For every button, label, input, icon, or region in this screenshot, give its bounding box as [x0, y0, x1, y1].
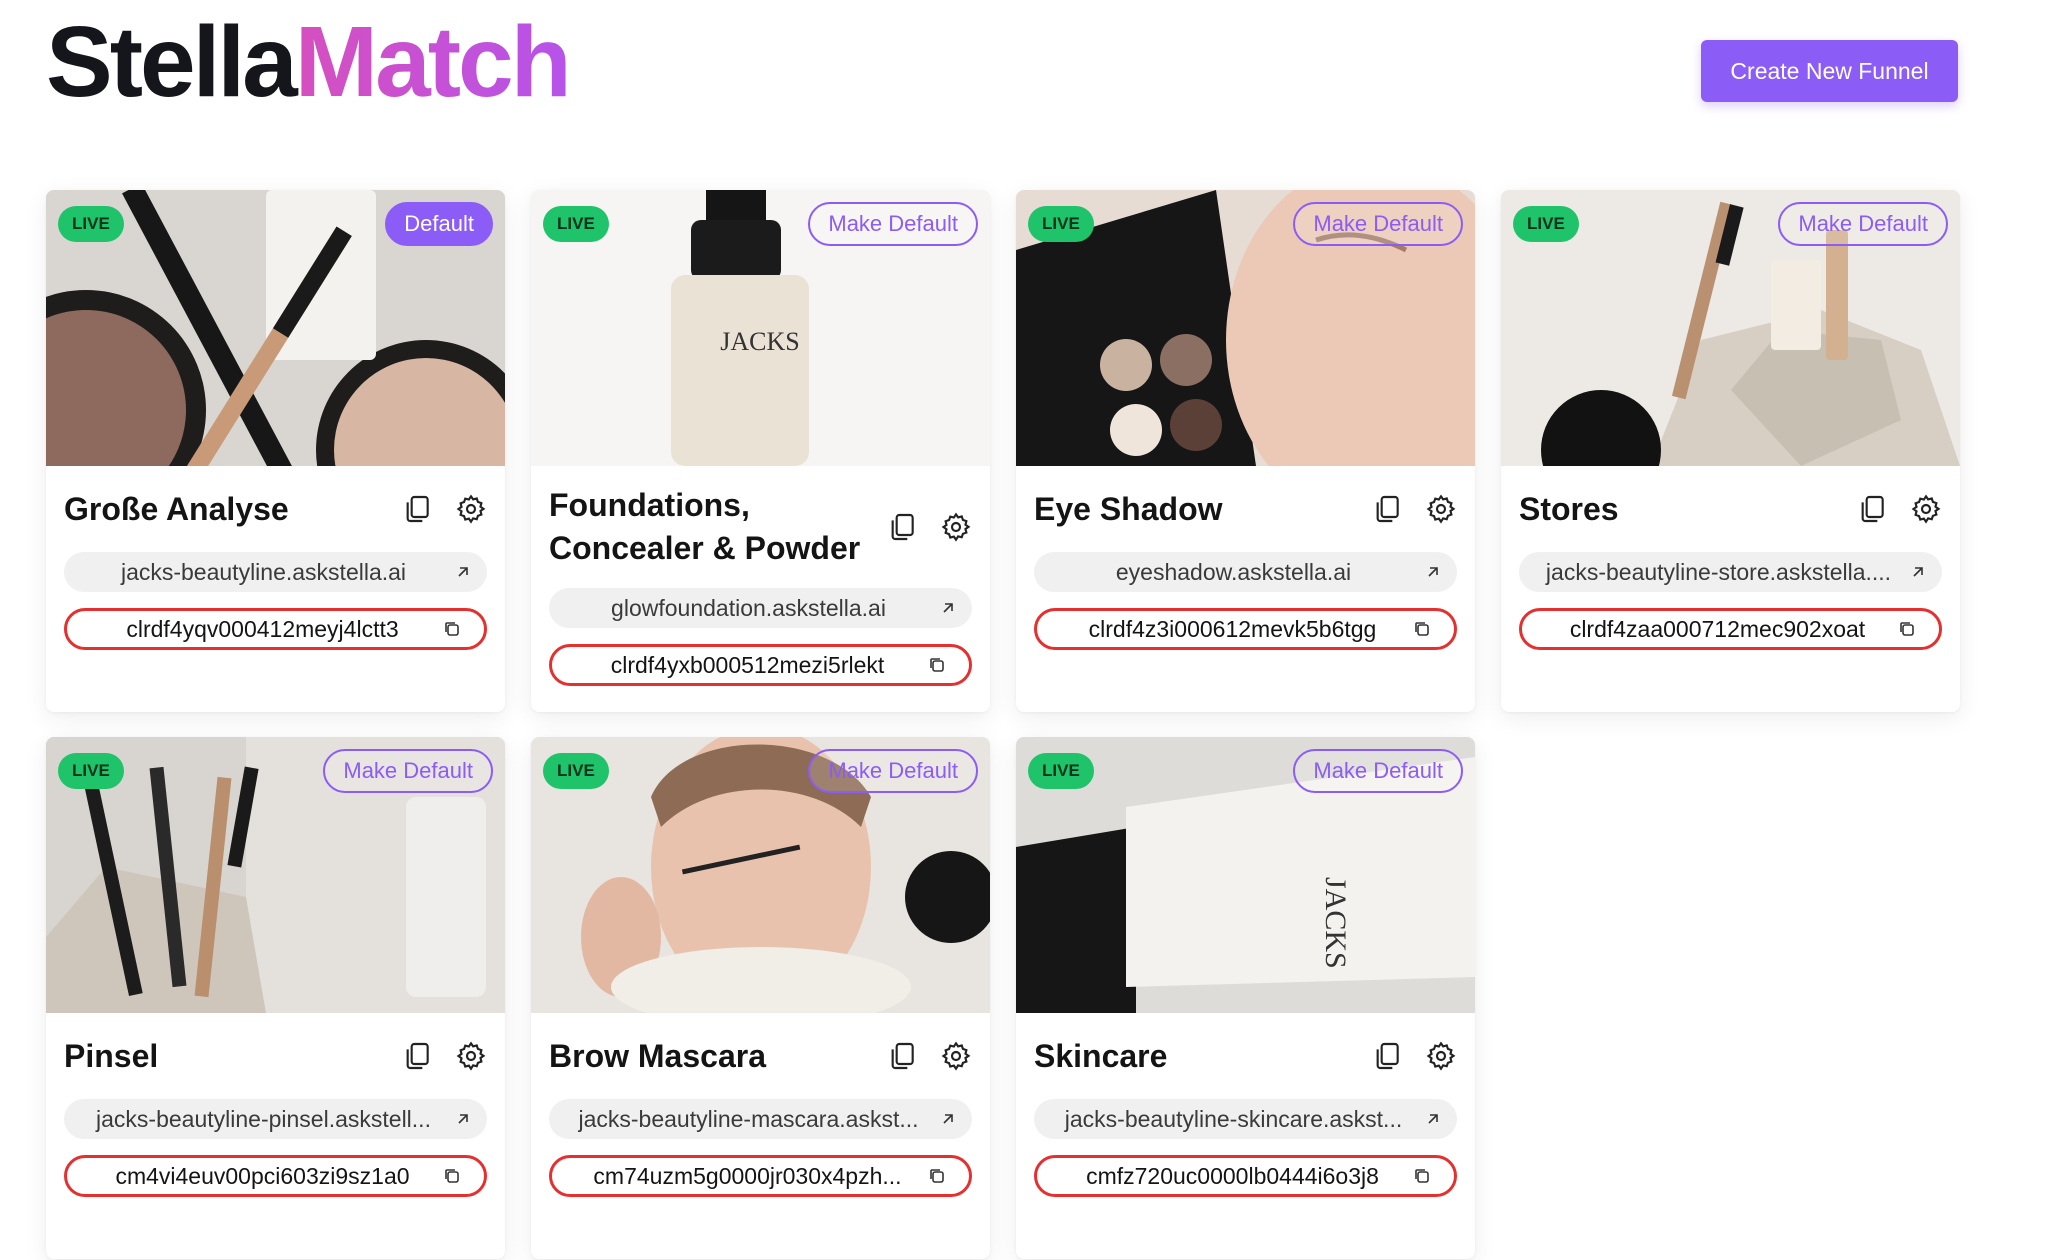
duplicate-icon[interactable]	[401, 493, 433, 525]
funnel-grid: LIVE Default Große Analyse jacks-beautyl…	[46, 190, 1960, 1259]
copy-icon[interactable]	[1412, 619, 1432, 639]
live-badge: LIVE	[1513, 206, 1579, 242]
settings-gear-icon[interactable]	[940, 1040, 972, 1072]
funnel-id-copy[interactable]: clrdf4z3i000612mevk5b6tgg	[1034, 608, 1457, 650]
external-link-icon	[943, 603, 953, 613]
funnel-id-copy[interactable]: cm4vi4euv00pci603zi9sz1a0	[64, 1155, 487, 1197]
funnel-card[interactable]: JACKS LIVE Make Default Foundations, Con…	[531, 190, 990, 712]
duplicate-icon[interactable]	[1856, 493, 1888, 525]
funnel-title: Foundations, Concealer & Powder	[549, 487, 861, 566]
funnel-url-text: jacks-beautyline.askstella.ai	[120, 558, 407, 585]
funnel-url-link[interactable]: jacks-beautyline-store.askstella....	[1519, 552, 1942, 592]
funnel-thumbnail[interactable]: LIVE Make Default	[1501, 190, 1960, 466]
copy-icon[interactable]	[442, 619, 462, 639]
funnel-id-copy[interactable]: clrdf4yxb000512mezi5rlekt	[549, 644, 972, 686]
external-link-icon	[1428, 1114, 1438, 1124]
svg-text:JACKS: JACKS	[1319, 877, 1352, 969]
settings-gear-icon[interactable]	[1425, 1040, 1457, 1072]
external-link-icon	[1913, 567, 1923, 577]
funnel-id-copy[interactable]: cmfz720uc0000lb0444i6o3j8	[1034, 1155, 1457, 1197]
funnel-id-copy[interactable]: cm74uzm5g0000jr030x4pzh...	[549, 1155, 972, 1197]
copy-icon[interactable]	[1412, 1166, 1432, 1186]
live-badge: LIVE	[1028, 753, 1094, 789]
funnel-url-text: jacks-beautyline-store.askstella....	[1545, 558, 1892, 585]
funnel-id-text: cm74uzm5g0000jr030x4pzh...	[593, 1162, 902, 1189]
funnel-url-link[interactable]: jacks-beautyline-skincare.askst...	[1034, 1099, 1457, 1139]
funnel-card[interactable]: LIVE Make Default Brow Mascara jacks-bea…	[531, 737, 990, 1259]
copy-icon[interactable]	[1897, 619, 1917, 639]
funnel-thumbnail[interactable]: JACKS LIVE Make Default	[1016, 737, 1475, 1013]
funnel-thumbnail[interactable]: LIVE Make Default	[46, 737, 505, 1013]
copy-icon[interactable]	[927, 1166, 947, 1186]
funnel-id-copy[interactable]: clrdf4yqv000412meyj4lctt3	[64, 608, 487, 650]
live-badge: LIVE	[543, 753, 609, 789]
funnel-thumbnail[interactable]: JACKS LIVE Make Default	[531, 190, 990, 466]
duplicate-icon[interactable]	[1371, 493, 1403, 525]
brand-logo: StellaMatch	[46, 12, 572, 112]
funnel-url-text: jacks-beautyline-pinsel.askstell...	[96, 1105, 431, 1132]
funnel-id-text: cm4vi4euv00pci603zi9sz1a0	[115, 1162, 410, 1189]
funnel-url-link[interactable]: jacks-beautyline-mascara.askst...	[549, 1099, 972, 1139]
live-badge: LIVE	[543, 206, 609, 242]
funnel-url-text: eyeshadow.askstella.ai	[1115, 558, 1352, 585]
funnel-id-copy[interactable]: clrdf4zaa000712mec902xoat	[1519, 608, 1942, 650]
live-badge: LIVE	[58, 206, 124, 242]
funnel-id-text: clrdf4yxb000512mezi5rlekt	[610, 651, 885, 678]
default-badge: Default	[385, 202, 493, 246]
funnel-card[interactable]: JACKS LIVE Make Default Skincare jacks-b…	[1016, 737, 1475, 1259]
funnel-title: Stores	[1519, 490, 1619, 527]
funnel-title: Skincare	[1034, 1037, 1168, 1074]
duplicate-icon[interactable]	[886, 511, 918, 543]
make-default-button[interactable]: Make Default	[808, 202, 978, 246]
funnel-url-text: jacks-beautyline-skincare.askst...	[1064, 1105, 1403, 1132]
funnel-id-text: clrdf4yqv000412meyj4lctt3	[126, 615, 399, 642]
settings-gear-icon[interactable]	[1425, 493, 1457, 525]
settings-gear-icon[interactable]	[455, 1040, 487, 1072]
duplicate-icon[interactable]	[401, 1040, 433, 1072]
live-badge: LIVE	[58, 753, 124, 789]
live-badge: LIVE	[1028, 206, 1094, 242]
copy-icon[interactable]	[442, 1166, 462, 1186]
funnel-id-text: cmfz720uc0000lb0444i6o3j8	[1086, 1162, 1379, 1189]
external-link-icon	[458, 567, 468, 577]
create-new-funnel-button[interactable]: Create New Funnel	[1701, 40, 1958, 102]
make-default-button[interactable]: Make Default	[1293, 749, 1463, 793]
settings-gear-icon[interactable]	[940, 511, 972, 543]
duplicate-icon[interactable]	[1371, 1040, 1403, 1072]
make-default-button[interactable]: Make Default	[323, 749, 493, 793]
duplicate-icon[interactable]	[886, 1040, 918, 1072]
make-default-button[interactable]: Make Default	[1778, 202, 1948, 246]
funnel-thumbnail[interactable]: LIVE Default	[46, 190, 505, 466]
funnel-title: Pinsel	[64, 1037, 159, 1074]
settings-gear-icon[interactable]	[455, 493, 487, 525]
svg-text:JACKS: JACKS	[720, 327, 799, 356]
funnel-title: Brow Mascara	[549, 1037, 766, 1074]
funnel-url-link[interactable]: eyeshadow.askstella.ai	[1034, 552, 1457, 592]
funnel-thumbnail[interactable]: LIVE Make Default	[1016, 190, 1475, 466]
funnel-card[interactable]: LIVE Make Default Stores jacks-beautylin…	[1501, 190, 1960, 712]
brand-logo-part2: Match	[294, 6, 572, 118]
funnel-card[interactable]: LIVE Make Default Pinsel jacks-beautylin…	[46, 737, 505, 1259]
funnel-card[interactable]: LIVE Default Große Analyse jacks-beautyl…	[46, 190, 505, 712]
brand-logo-part1: Stella	[46, 6, 298, 118]
copy-icon[interactable]	[927, 655, 947, 675]
funnel-title: Eye Shadow	[1034, 490, 1223, 527]
funnel-thumbnail[interactable]: LIVE Make Default	[531, 737, 990, 1013]
funnel-id-text: clrdf4zaa000712mec902xoat	[1569, 615, 1866, 642]
external-link-icon	[458, 1114, 468, 1124]
funnel-url-link[interactable]: glowfoundation.askstella.ai	[549, 588, 972, 628]
settings-gear-icon[interactable]	[1910, 493, 1942, 525]
funnel-card[interactable]: LIVE Make Default Eye Shadow eyeshadow.a…	[1016, 190, 1475, 712]
make-default-button[interactable]: Make Default	[1293, 202, 1463, 246]
make-default-button[interactable]: Make Default	[808, 749, 978, 793]
external-link-icon	[1428, 567, 1438, 577]
funnel-title: Große Analyse	[64, 490, 289, 527]
funnel-url-text: glowfoundation.askstella.ai	[611, 594, 886, 621]
funnel-url-text: jacks-beautyline-mascara.askst...	[578, 1105, 919, 1132]
funnel-url-link[interactable]: jacks-beautyline-pinsel.askstell...	[64, 1099, 487, 1139]
funnel-url-link[interactable]: jacks-beautyline.askstella.ai	[64, 552, 487, 592]
external-link-icon	[943, 1114, 953, 1124]
funnel-id-text: clrdf4z3i000612mevk5b6tgg	[1088, 615, 1377, 642]
